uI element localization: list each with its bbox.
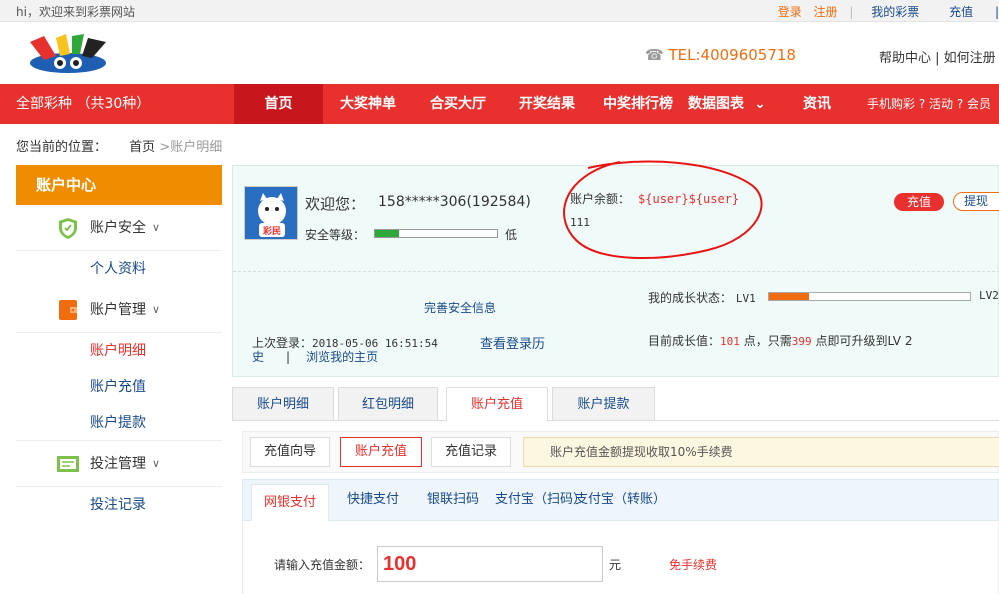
growth-fill — [769, 293, 810, 300]
main-nav: 全部彩种 （共30种） 首页 大奖神单 合买大厅 开奖结果 中奖排行榜 数据图表… — [0, 84, 999, 124]
annotation-circle — [563, 160, 763, 260]
nav-item-big-prize[interactable]: 大奖神单 — [323, 84, 413, 124]
tab-withdraw[interactable]: 账户提款 — [552, 387, 655, 421]
balance-value: ${user}${user} — [638, 192, 740, 206]
amount-unit: 元 — [609, 558, 622, 572]
security-level-value: 低 — [505, 228, 518, 242]
sidebar-group-betting[interactable]: 投注管理 ∨ — [16, 441, 222, 487]
account-tabs: 账户明细 红包明细 账户充值 账户提款 — [232, 387, 999, 422]
chevron-down-icon: ∨ — [152, 303, 161, 316]
tab-account-detail[interactable]: 账户明细 — [232, 387, 334, 421]
balance-label: 账户余额： — [570, 192, 631, 206]
breadcrumb-current: >账户明细 — [159, 140, 223, 155]
history-links: 史 | 浏览我的主页 — [252, 350, 379, 364]
nav-item-group-buy[interactable]: 合买大厅 — [413, 84, 503, 124]
header: ☎ TEL:4009605718 帮助中心 | 如何注册 — [0, 22, 999, 84]
greeting: 欢迎您： — [305, 195, 366, 213]
paytab-unionpay-scan[interactable]: 银联扫码 — [427, 480, 479, 520]
subtab-guide[interactable]: 充值向导 — [250, 437, 330, 467]
divider: | — [849, 5, 854, 19]
security-level-bar — [374, 229, 498, 238]
balance-extra: 111 — [570, 216, 590, 229]
sidebar-item-recharge[interactable]: 账户充值 — [16, 369, 222, 405]
top-links: 登录 注册 | 我的彩票 充值 | — [770, 3, 999, 20]
history-link[interactable]: 史 — [252, 350, 264, 364]
sidebar-item-withdraw[interactable]: 账户提款 — [16, 405, 222, 441]
recharge-subtabs: 充值向导 账户充值 充值记录 账户充值金额提现收取10%手续费 — [242, 431, 999, 473]
growth-bar — [768, 292, 971, 301]
avatar-text: 彩民 — [262, 225, 281, 237]
ticket-icon — [57, 456, 79, 472]
recharge-link[interactable]: 充值 — [949, 5, 973, 19]
breadcrumb: 您当前的位置： 首页 >账户明细 — [16, 136, 222, 155]
avatar[interactable]: 彩民 — [244, 186, 298, 240]
divider: | — [994, 5, 999, 19]
view-login-history-link[interactable]: 查看登录历 — [480, 333, 545, 352]
phone-icon: ☎ — [645, 46, 664, 64]
my-lottery-link[interactable]: 我的彩票 — [871, 5, 919, 19]
shield-icon — [59, 218, 77, 239]
top-bar: hi，欢迎来到彩票网站 登录 注册 | 我的彩票 充值 | — [0, 0, 999, 22]
sidebar-group-security[interactable]: 账户安全 ∨ — [16, 205, 222, 251]
fee-notice: 账户充值金额提现收取10%手续费 — [523, 437, 999, 467]
chevron-down-icon[interactable]: ⌄ — [750, 84, 770, 124]
sidebar-group-label: 账户管理 — [90, 302, 146, 318]
amount-label: 请输入充值金额： — [274, 558, 371, 572]
divider — [233, 271, 999, 272]
breadcrumb-label: 您当前的位置： — [16, 140, 108, 155]
nav-item-charts[interactable]: 数据图表 — [686, 84, 746, 124]
phone-number: ☎ TEL:4009605718 — [645, 46, 796, 64]
sidebar-title: 账户中心 — [16, 165, 222, 205]
growth-label: 我的成长状态： LV1 — [648, 291, 756, 305]
no-fee-text: 免手续费 — [669, 558, 718, 572]
paytab-alipay-transfer[interactable]: 支付宝（转账） — [575, 480, 666, 520]
amount-input[interactable] — [377, 546, 603, 582]
browse-homepage-link[interactable]: 浏览我的主页 — [306, 350, 378, 364]
growth-value: 目前成长值：101 点，只需399 点即可升级到LV 2 — [648, 334, 913, 348]
payment-method-tabs: 网银支付 快捷支付 银联扫码 支付宝（扫码） 支付宝（转账） — [242, 479, 999, 522]
paytab-alipay-scan[interactable]: 支付宝（扫码） — [495, 480, 586, 520]
payment-form: 请输入充值金额： 元 免手续费 — [242, 521, 999, 594]
sidebar-group-label: 账户安全 — [90, 220, 146, 236]
subtab-records[interactable]: 充值记录 — [431, 437, 511, 467]
welcome-text: hi，欢迎来到彩票网站 — [16, 5, 135, 19]
sidebar: 账户中心 账户安全 ∨ 个人资料 账户管理 ∨ 账户明细 账户充值 账户提款 投… — [16, 165, 222, 523]
chevron-down-icon: ∨ — [152, 221, 161, 234]
username: 158*****306(192584) — [378, 194, 531, 210]
all-lottery-types[interactable]: 全部彩种 （共30种） — [0, 84, 234, 124]
nav-item-ranking[interactable]: 中奖排行榜 — [593, 84, 683, 124]
sidebar-item-account-detail[interactable]: 账户明细 — [16, 333, 222, 369]
nav-item-home[interactable]: 首页 — [234, 84, 323, 124]
perfect-security-link[interactable]: 完善安全信息 — [424, 299, 496, 316]
balance: 账户余额： ${user}${user} — [570, 190, 739, 207]
nav-mobile-links[interactable]: 手机购彩 ? 活动 ? 会员 — [867, 84, 991, 124]
register-link[interactable]: 注册 — [814, 5, 838, 19]
paytab-quick-pay[interactable]: 快捷支付 — [347, 480, 399, 520]
nav-item-news[interactable]: 资讯 — [792, 84, 842, 124]
sidebar-group-label: 投注管理 — [90, 456, 146, 472]
wallet-icon — [59, 300, 77, 320]
lucky-cat-icon: 彩民 — [245, 187, 297, 239]
site-logo[interactable] — [26, 32, 110, 78]
profile-panel: 彩民 欢迎您： 158*****306(192584) 安全等级： 低 账户余额… — [232, 160, 999, 377]
sidebar-item-bet-records[interactable]: 投注记录 — [16, 487, 222, 523]
tab-recharge[interactable]: 账户充值 — [446, 387, 548, 422]
chevron-down-icon: ∨ — [152, 457, 161, 470]
nav-item-results[interactable]: 开奖结果 — [503, 84, 591, 124]
sidebar-group-account[interactable]: 账户管理 ∨ — [16, 287, 222, 333]
growth-level-next: LV2 — [979, 289, 999, 302]
security-level-label: 安全等级： — [305, 228, 366, 242]
recharge-button[interactable]: 充值 — [894, 193, 944, 211]
withdraw-button[interactable]: 提现 — [953, 192, 999, 211]
breadcrumb-home[interactable]: 首页 — [129, 140, 155, 155]
security-level-fill — [375, 230, 400, 237]
sidebar-item-profile[interactable]: 个人资料 — [16, 251, 222, 287]
login-link[interactable]: 登录 — [778, 5, 802, 19]
paytab-online-banking[interactable]: 网银支付 — [251, 484, 330, 522]
help-links[interactable]: 帮助中心 | 如何注册 — [879, 47, 996, 66]
tab-red-packet[interactable]: 红包明细 — [338, 387, 438, 421]
subtab-recharge[interactable]: 账户充值 — [340, 437, 422, 467]
